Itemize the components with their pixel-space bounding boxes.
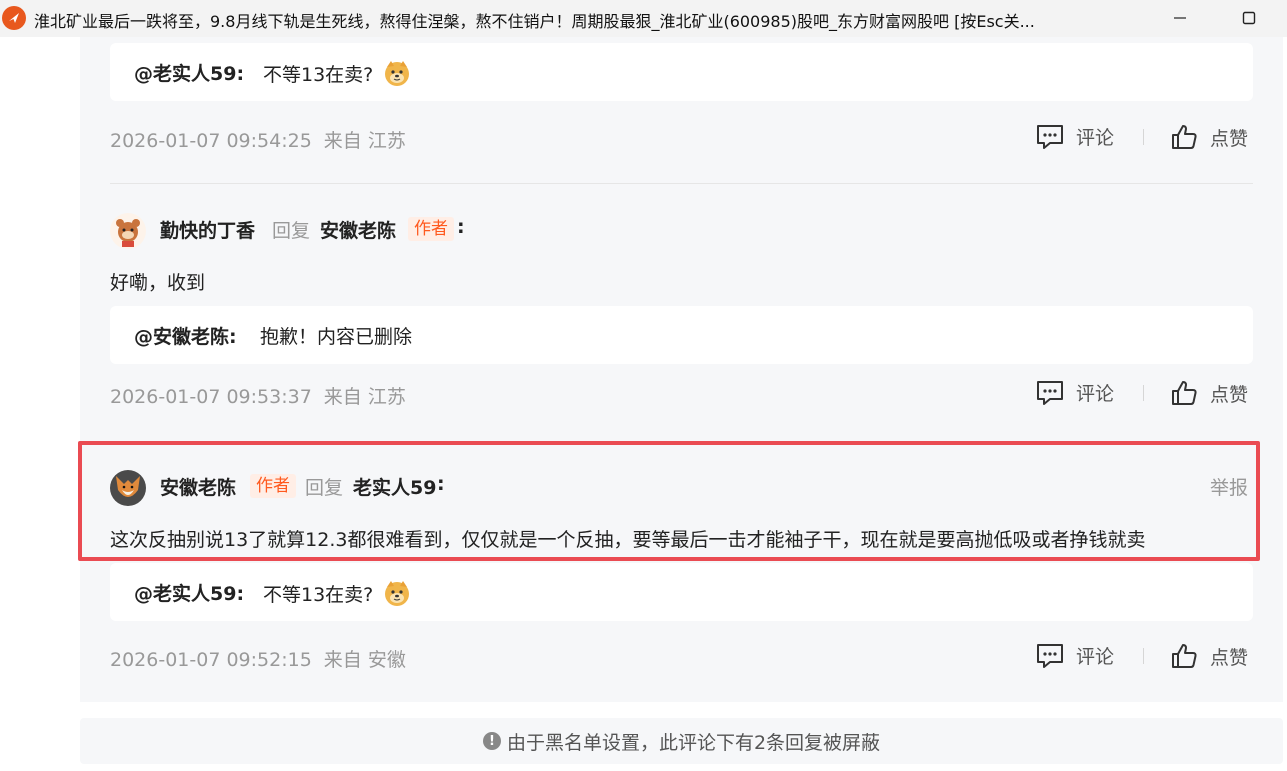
comment-button[interactable]: 评论 xyxy=(1036,642,1114,669)
thumbs-up-icon xyxy=(1172,644,1197,668)
minimize-button[interactable] xyxy=(1163,4,1197,32)
reply-text: 好嘞，收到 xyxy=(110,272,206,294)
quote-username[interactable]: @老实人59: xyxy=(134,579,244,606)
quote-text: 不等13在卖? xyxy=(263,584,374,606)
quote-text: 抱歉！内容已删除 xyxy=(260,326,413,348)
quoted-reply: @老实人59: 不等13在卖? xyxy=(110,43,1253,101)
reply-divider xyxy=(110,183,1253,184)
reply-word: 回复 xyxy=(272,220,311,242)
reply-location: 来自 安徽 xyxy=(323,649,406,671)
reply-meta: 2026-01-07 09:53:37 来自 江苏 xyxy=(110,382,406,409)
maximize-icon xyxy=(1242,11,1256,25)
reply-meta: 2026-01-07 09:52:15 来自 安徽 xyxy=(110,645,406,672)
reply-meta: 2026-01-07 09:54:25 来自 江苏 xyxy=(110,126,406,153)
maximize-button[interactable] xyxy=(1232,4,1266,32)
comment-button[interactable]: 评论 xyxy=(1036,123,1114,150)
reply-author[interactable]: 勤快的丁香 xyxy=(160,216,255,243)
highlight-box xyxy=(78,441,1260,561)
blacklist-notice: ! 由于黑名单设置，此评论下有2条回复被屏蔽 xyxy=(80,718,1283,764)
info-icon: ! xyxy=(482,732,501,750)
quote-content: 不等13在卖? xyxy=(263,579,411,612)
eastmoney-logo-icon xyxy=(2,6,26,30)
comment-button[interactable]: 评论 xyxy=(1036,379,1114,406)
quoted-reply: @安徽老陈: 抱歉！内容已删除 xyxy=(110,306,1253,364)
quoted-reply: @老实人59: 不等13在卖? xyxy=(110,563,1253,621)
window-title: 淮北矿业最后一跌将至，9.8月线下轨是生死线，熬得住涅槃，熬不住销户！周期股最狠… xyxy=(34,12,1035,31)
reply-time: 2026-01-07 09:53:37 xyxy=(110,386,312,408)
window-titlebar: 淮北矿业最后一跌将至，9.8月线下轨是生死线，熬得住涅槃，熬不住销户！周期股最狠… xyxy=(0,0,1287,37)
comment-label: 评论 xyxy=(1076,646,1115,668)
comment-label: 评论 xyxy=(1076,127,1115,149)
comment-icon xyxy=(1037,643,1063,668)
reply-location: 来自 江苏 xyxy=(323,130,406,152)
like-button[interactable]: 点赞 xyxy=(1170,379,1248,407)
doge-emoji-icon xyxy=(383,579,411,612)
action-divider xyxy=(1143,385,1144,401)
like-button[interactable]: 点赞 xyxy=(1170,123,1248,151)
quote-username[interactable]: @安徽老陈: xyxy=(134,322,237,349)
like-button[interactable]: 点赞 xyxy=(1170,642,1248,670)
thumbs-up-icon xyxy=(1172,125,1197,149)
quote-text: 不等13在卖? xyxy=(263,64,374,86)
reply-time: 2026-01-07 09:54:25 xyxy=(110,130,312,152)
reply-time: 2026-01-07 09:52:15 xyxy=(110,649,312,671)
like-label: 点赞 xyxy=(1210,383,1249,406)
minimize-icon xyxy=(1174,17,1186,19)
author-badge: 作者 xyxy=(408,217,454,241)
doge-emoji-icon xyxy=(383,59,411,92)
quote-username[interactable]: @老实人59: xyxy=(134,59,244,86)
comment-icon xyxy=(1037,380,1063,405)
action-divider xyxy=(1143,648,1144,664)
comment-label: 评论 xyxy=(1076,383,1115,405)
reply-target[interactable]: 安徽老陈 xyxy=(320,216,396,243)
blacklist-notice-text: 由于黑名单设置，此评论下有2条回复被屏蔽 xyxy=(506,731,881,754)
thumbs-up-icon xyxy=(1172,381,1197,405)
like-label: 点赞 xyxy=(1210,127,1249,150)
comment-icon xyxy=(1037,124,1063,149)
reply-colon: : xyxy=(457,216,465,238)
reply-location: 来自 江苏 xyxy=(323,386,406,408)
like-label: 点赞 xyxy=(1210,646,1249,669)
quote-content: 不等13在卖? xyxy=(263,59,411,92)
action-divider xyxy=(1143,129,1144,145)
avatar[interactable] xyxy=(110,213,146,249)
